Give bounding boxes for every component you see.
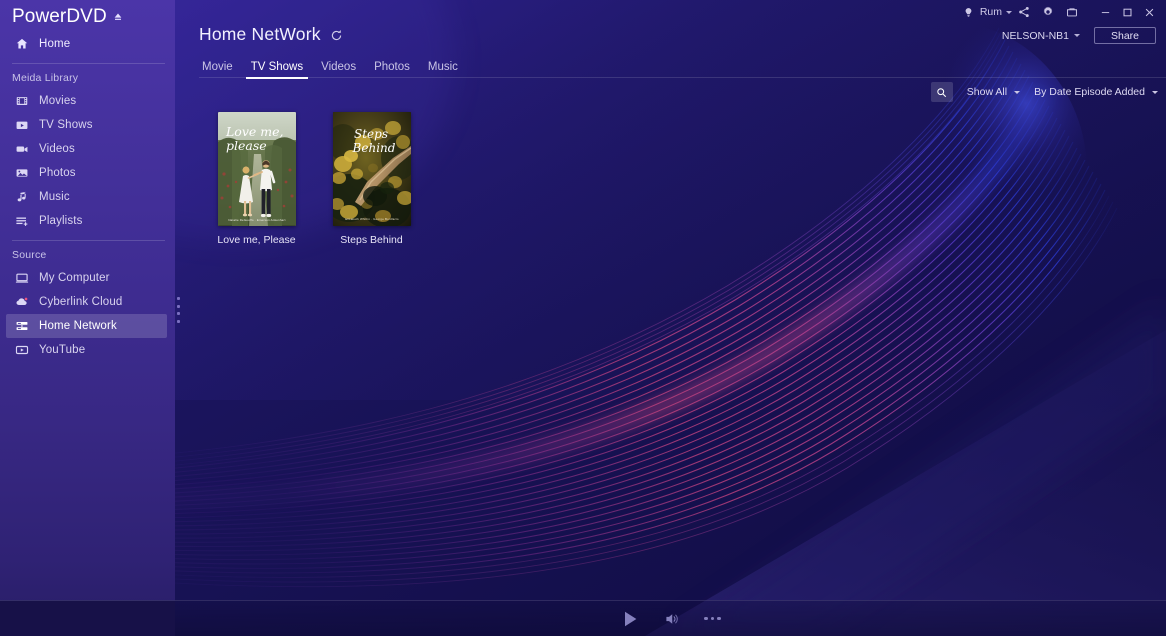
window-box-icon[interactable] (1060, 0, 1084, 24)
sidebar-item-label: TV Shows (39, 119, 93, 131)
sidebar-item-label: Cyberlink Cloud (39, 296, 122, 308)
music-note-icon (14, 189, 30, 205)
sidebar-item-label: Videos (39, 143, 75, 155)
poster-steps-behind[interactable]: Steps Behind Elisabeth Whitlin · George … (333, 112, 411, 226)
powerdvd-window: PowerDVD Home Meida Library Movies TV Sh… (0, 0, 1166, 636)
poster-title-line1: Steps (354, 127, 388, 141)
sidebar-item-label: Music (39, 191, 70, 203)
refresh-icon[interactable] (330, 29, 343, 42)
handle-dot (177, 320, 180, 323)
network-icon (14, 318, 30, 334)
minimize-icon[interactable] (1094, 0, 1116, 24)
sort-filter-dropdown[interactable]: By Date Episode Added (1034, 86, 1158, 98)
dot (717, 617, 721, 621)
page-title: Home NetWork (199, 24, 321, 45)
sort-filter-label: By Date Episode Added (1034, 86, 1145, 98)
sidebar-item-label: Movies (39, 95, 76, 107)
sidebar-item-music[interactable]: Music (6, 185, 167, 209)
home-icon (14, 36, 30, 52)
sidebar-item-label: YouTube (39, 344, 85, 356)
sidebar-item-movies[interactable]: Movies (6, 89, 167, 113)
sidebar-item-youtube[interactable]: YouTube (6, 338, 167, 362)
window-chrome: Rum (953, 0, 1166, 24)
media-card-title: Love me, Please (217, 234, 295, 246)
sidebar-item-home-network[interactable]: Home Network (6, 314, 167, 338)
chevron-down-icon (1152, 91, 1158, 94)
cloud-icon (14, 294, 30, 310)
sidebar-item-my-computer[interactable]: My Computer (6, 266, 167, 290)
gear-icon[interactable] (1036, 0, 1060, 24)
monitor-icon (14, 270, 30, 286)
lightbulb-icon[interactable] (953, 0, 976, 24)
show-filter-label: Show All (967, 86, 1007, 98)
sidebar-item-tv-shows[interactable]: TV Shows (6, 113, 167, 137)
maximize-icon[interactable] (1116, 0, 1138, 24)
youtube-icon (14, 342, 30, 358)
handle-dot (177, 312, 180, 315)
svg-text:Elisabeth Whitlin · George: Elisabeth Whitlin · George Bonifacio (345, 217, 399, 221)
camcorder-icon (14, 141, 30, 157)
poster-title-line2: please (226, 138, 267, 153)
dot (711, 617, 715, 621)
sidebar-item-label: Photos (39, 167, 76, 179)
up-arrow-badge-icon[interactable] (113, 12, 123, 23)
sidebar-item-label: My Computer (39, 272, 110, 284)
chevron-down-icon (1014, 91, 1020, 94)
handle-dot (177, 297, 180, 300)
sidebar-item-home[interactable]: Home (6, 32, 167, 56)
filter-bar: Show All By Date Episode Added (931, 81, 1158, 103)
dot (704, 617, 708, 621)
media-card[interactable]: Love me, please Natalie DeGeoffo · Emers… (199, 112, 314, 246)
share-button[interactable]: Share (1094, 27, 1156, 44)
poster-love-me-please[interactable]: Love me, please Natalie DeGeoffo · Emers… (218, 112, 296, 226)
sidebar-group-media-library: Meida Library (0, 70, 175, 89)
sidebar-resize-handle[interactable] (174, 297, 182, 323)
device-row: NELSON-NB1 Share (1002, 26, 1156, 45)
chevron-down-icon[interactable] (1074, 34, 1080, 37)
sidebar-item-label: Playlists (39, 215, 83, 227)
sidebar-divider-2 (12, 240, 165, 241)
more-dots-icon[interactable] (704, 617, 721, 621)
film-icon (14, 93, 30, 109)
close-icon[interactable] (1138, 0, 1160, 24)
search-icon[interactable] (931, 82, 953, 102)
media-card[interactable]: Steps Behind Elisabeth Whitlin · George … (314, 112, 429, 246)
content-tabs: Movie TV Shows Videos Photos Music (199, 56, 1166, 79)
tabs-underline (199, 77, 1166, 78)
brand: PowerDVD (0, 0, 175, 30)
show-filter-dropdown[interactable]: Show All (967, 86, 1020, 98)
device-selector-label[interactable]: NELSON-NB1 (1002, 30, 1069, 42)
handle-dot (177, 305, 180, 308)
sidebar-item-cyberlink-cloud[interactable]: Cyberlink Cloud (6, 290, 167, 314)
poster-title-line2: Behind (351, 141, 395, 155)
brand-name: PowerDVD (12, 6, 107, 28)
sidebar-item-label: Home Network (39, 320, 117, 332)
share-nodes-icon[interactable] (1012, 0, 1036, 24)
sidebar: PowerDVD Home Meida Library Movies TV Sh… (0, 0, 175, 636)
tv-icon (14, 117, 30, 133)
sidebar-divider-1 (12, 63, 165, 64)
playback-bar (175, 600, 1166, 636)
sidebar-bottom-strip (0, 600, 175, 636)
sidebar-item-videos[interactable]: Videos (6, 137, 167, 161)
sidebar-group-source: Source (0, 247, 175, 266)
play-icon[interactable] (620, 609, 640, 629)
sidebar-item-photos[interactable]: Photos (6, 161, 167, 185)
svg-text:Natalie DeGeoffo · Emerson: Natalie DeGeoffo · Emerson Ankenhart (228, 218, 285, 222)
media-card-title: Steps Behind (340, 234, 402, 246)
main-content: Rum (175, 0, 1166, 636)
playlist-icon (14, 213, 30, 229)
sidebar-item-label: Home (39, 38, 70, 50)
poster-title-line1: Love me, (225, 124, 284, 139)
photo-icon (14, 165, 30, 181)
sidebar-item-playlists[interactable]: Playlists (6, 209, 167, 233)
volume-icon[interactable] (664, 611, 680, 627)
room-label[interactable]: Rum (976, 6, 1005, 18)
media-grid: Love me, please Natalie DeGeoffo · Emers… (199, 112, 1166, 246)
